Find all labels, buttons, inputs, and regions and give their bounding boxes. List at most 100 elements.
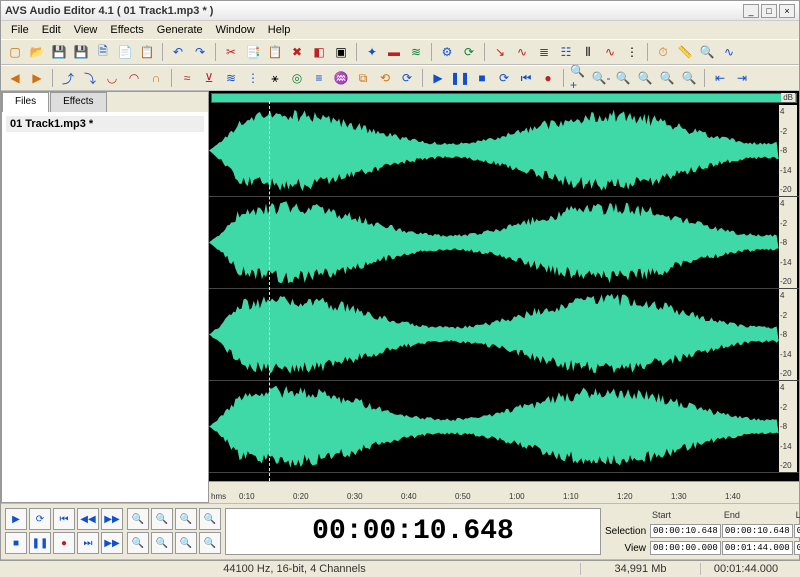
zb-fit-icon[interactable]: 🔍	[175, 508, 197, 530]
maximize-button[interactable]: □	[761, 4, 777, 18]
sel-start[interactable]: 00:00:10.648	[650, 524, 721, 538]
tab-effects[interactable]: Effects	[50, 92, 106, 112]
waveform-channel[interactable]: 4-2-8-14-20	[209, 105, 799, 197]
pause-icon[interactable]: ❚❚	[450, 68, 470, 88]
tb-record-icon[interactable]: ●	[53, 532, 75, 554]
waveform-channel[interactable]: 4-2-8-14-20	[209, 381, 799, 473]
fx2-icon[interactable]: ⊻	[199, 68, 219, 88]
fade-icon[interactable]: ≋	[406, 42, 426, 62]
timer-icon[interactable]: ⏱	[653, 42, 673, 62]
env4-icon[interactable]: ◠	[124, 68, 144, 88]
zoom-out-icon[interactable]: 🔍-	[591, 68, 611, 88]
file-list-item[interactable]: 01 Track1.mp3 *	[6, 116, 204, 132]
waveform-area[interactable]: dB 4-2-8-14-204-2-8-14-204-2-8-14-204-2-…	[209, 91, 799, 503]
zb-sel-icon[interactable]: 🔍	[199, 508, 221, 530]
menu-effects[interactable]: Effects	[104, 22, 149, 38]
menu-generate[interactable]: Generate	[151, 22, 209, 38]
env3-icon[interactable]: ◡	[102, 68, 122, 88]
zb-out-icon[interactable]: 🔍	[151, 508, 173, 530]
waveform-channel[interactable]: 4-2-8-14-20	[209, 197, 799, 289]
waveform-channel[interactable]: 4-2-8-14-20	[209, 289, 799, 381]
zoom-all-icon[interactable]: 🔍	[679, 68, 699, 88]
sel-end[interactable]: 00:00:10.648	[722, 524, 793, 538]
env2-icon[interactable]: ⤵	[80, 68, 100, 88]
menu-window[interactable]: Window	[210, 22, 261, 38]
filter-icon[interactable]: ⫴	[578, 42, 598, 62]
magnify-icon[interactable]: 🔍	[697, 42, 717, 62]
overview-bar[interactable]	[211, 93, 797, 103]
menu-view[interactable]: View	[68, 22, 104, 38]
tb-begin-icon[interactable]: ⏮	[53, 508, 75, 530]
zoom-fit-icon[interactable]: 🔍	[613, 68, 633, 88]
tb-stop-icon[interactable]: ■	[5, 532, 27, 554]
new-file-icon[interactable]: ▢	[5, 42, 25, 62]
close-button[interactable]: ×	[779, 4, 795, 18]
zb-vfit-icon[interactable]: 🔍	[175, 532, 197, 554]
goto-start-icon[interactable]: ◀	[5, 68, 25, 88]
page-icon[interactable]: 📄	[115, 42, 135, 62]
menu-edit[interactable]: Edit	[36, 22, 67, 38]
tb-play-icon[interactable]: ▶	[5, 508, 27, 530]
undo-icon[interactable]: ↶	[168, 42, 188, 62]
stop-icon[interactable]: ■	[472, 68, 492, 88]
scale-icon[interactable]: 📏	[675, 42, 695, 62]
fx6-icon[interactable]: ◎	[287, 68, 307, 88]
paste-icon[interactable]: 📋	[265, 42, 285, 62]
zoom-sel-icon[interactable]: ∿	[719, 42, 739, 62]
save-as-icon[interactable]: 💾	[71, 42, 91, 62]
env5-icon[interactable]: ∩	[146, 68, 166, 88]
tb-rew-icon[interactable]: ◀◀	[77, 508, 99, 530]
record-icon[interactable]: ●	[538, 68, 558, 88]
crop-icon[interactable]: ◧	[309, 42, 329, 62]
play-icon[interactable]: ▶	[428, 68, 448, 88]
fx3-icon[interactable]: ≋	[221, 68, 241, 88]
rewind-icon[interactable]: ⏮	[516, 68, 536, 88]
zoom-selh-icon[interactable]: 🔍	[635, 68, 655, 88]
goto-end-icon[interactable]: ▶	[27, 68, 47, 88]
zoom-in-icon[interactable]: 🔍+	[569, 68, 589, 88]
tb-end-icon[interactable]: ⏭	[77, 532, 99, 554]
fx1-icon[interactable]: ≈	[177, 68, 197, 88]
view-end[interactable]: 00:01:44.000	[722, 541, 793, 555]
zb-vsel-icon[interactable]: 🔍	[199, 532, 221, 554]
fx4-icon[interactable]: ⋮	[243, 68, 263, 88]
env1-icon[interactable]: ⤴	[58, 68, 78, 88]
equalize-icon[interactable]: ☷	[556, 42, 576, 62]
sample-icon[interactable]: ∿	[600, 42, 620, 62]
fadeout-icon[interactable]: ∿	[512, 42, 532, 62]
fx5-icon[interactable]: ⚹	[265, 68, 285, 88]
loop-icon[interactable]: ⟳	[494, 68, 514, 88]
time-ruler[interactable]: hms 0:100:200:300:400:501:001:101:201:30…	[209, 481, 799, 503]
redo-icon[interactable]: ↷	[190, 42, 210, 62]
link-icon[interactable]: ⚙	[437, 42, 457, 62]
fx7-icon[interactable]: ≡	[309, 68, 329, 88]
options-icon[interactable]: ⟳	[459, 42, 479, 62]
tb-loop-icon[interactable]: ⟳	[29, 508, 51, 530]
fx8-icon[interactable]: ♒	[331, 68, 351, 88]
trim-icon[interactable]: ▣	[331, 42, 351, 62]
mark-in-icon[interactable]: ⇤	[710, 68, 730, 88]
fadein-icon[interactable]: ↘	[490, 42, 510, 62]
save-all-icon[interactable]: 🗎	[93, 42, 113, 62]
tb-fwd-icon[interactable]: ▶▶	[101, 508, 123, 530]
view-length[interactable]: 00:01:44.000	[794, 541, 800, 555]
open-file-icon[interactable]: 📂	[27, 42, 47, 62]
tb-ff-icon[interactable]: ▶▶	[101, 532, 123, 554]
zb-vout-icon[interactable]: 🔍	[151, 532, 173, 554]
save-icon[interactable]: 💾	[49, 42, 69, 62]
zb-in-icon[interactable]: 🔍	[127, 508, 149, 530]
normalize-icon[interactable]: ≣	[534, 42, 554, 62]
menu-file[interactable]: File	[5, 22, 35, 38]
tb-pause-icon[interactable]: ❚❚	[29, 532, 51, 554]
menu-help[interactable]: Help	[262, 22, 297, 38]
fx11-icon[interactable]: ⟳	[397, 68, 417, 88]
properties-icon[interactable]: 📋	[137, 42, 157, 62]
view-start[interactable]: 00:00:00.000	[650, 541, 721, 555]
sel-length[interactable]: 00:00:00.000	[794, 524, 800, 538]
zoom-selv-icon[interactable]: 🔍	[657, 68, 677, 88]
delete-icon[interactable]: ✖	[287, 42, 307, 62]
tab-files[interactable]: Files	[2, 92, 49, 112]
batch-icon[interactable]: ⋮	[622, 42, 642, 62]
overlay-icon[interactable]: ▬	[384, 42, 404, 62]
fx10-icon[interactable]: ⟲	[375, 68, 395, 88]
